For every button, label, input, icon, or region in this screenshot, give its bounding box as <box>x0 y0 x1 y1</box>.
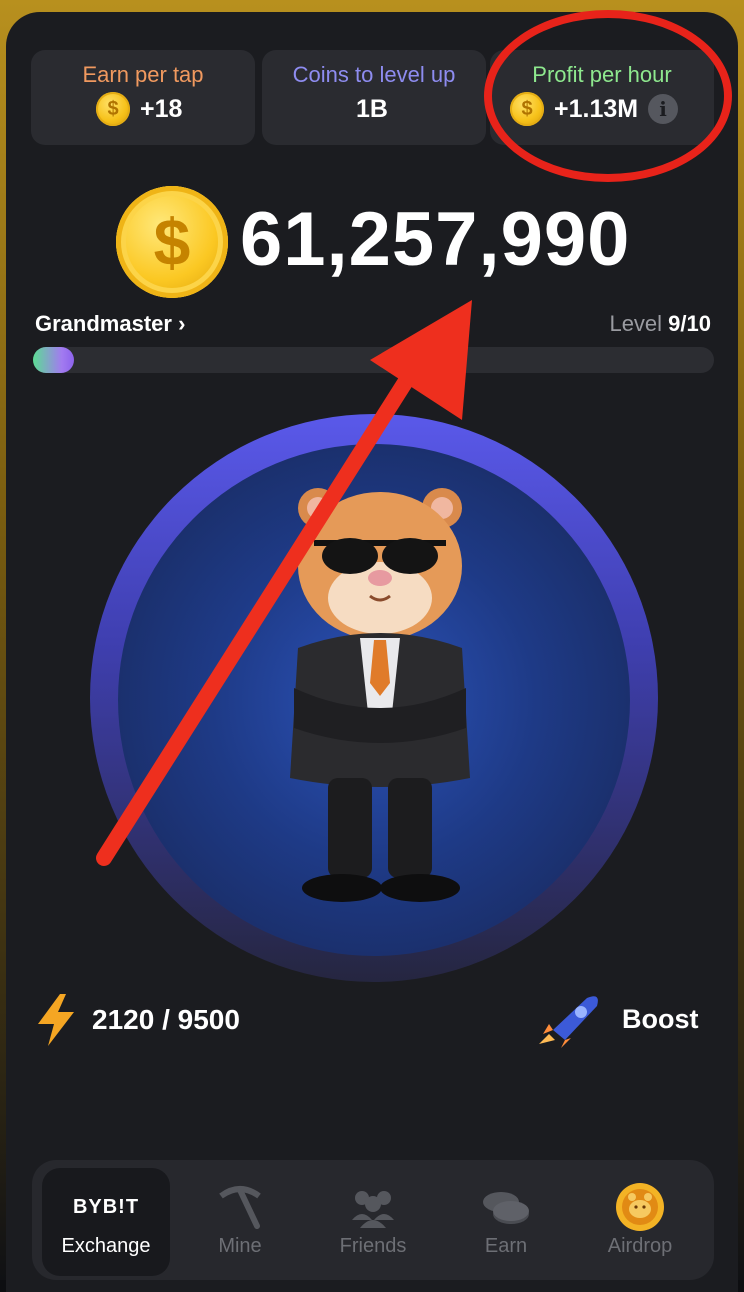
lightning-icon <box>38 994 74 1046</box>
nav-mine[interactable]: Mine <box>176 1168 304 1276</box>
energy-counter: 2120 / 9500 <box>92 1004 240 1035</box>
nav-airdrop[interactable]: Airdrop <box>576 1168 704 1276</box>
coins-icon <box>483 1192 529 1224</box>
nav-exchange-label: Exchange <box>61 1235 151 1257</box>
nav-mine-label: Mine <box>218 1235 262 1257</box>
nav-airdrop-label: Airdrop <box>607 1235 673 1257</box>
nav-earn[interactable]: Earn <box>442 1168 570 1276</box>
bybit-logo: BYB!T <box>72 1195 140 1218</box>
nav-friends-label: Friends <box>339 1235 407 1257</box>
nav-friends[interactable]: Friends <box>309 1168 437 1276</box>
hamster-coin-icon <box>616 1183 664 1231</box>
annotation-arrow <box>96 300 472 866</box>
rocket-icon[interactable] <box>535 990 607 1048</box>
nav-exchange[interactable]: BYB!T Exchange <box>42 1168 170 1276</box>
nav-earn-label: Earn <box>484 1235 528 1257</box>
friends-icon <box>352 1191 394 1228</box>
boost-button[interactable]: Boost <box>622 1004 699 1035</box>
pickaxe-icon <box>219 1186 261 1229</box>
